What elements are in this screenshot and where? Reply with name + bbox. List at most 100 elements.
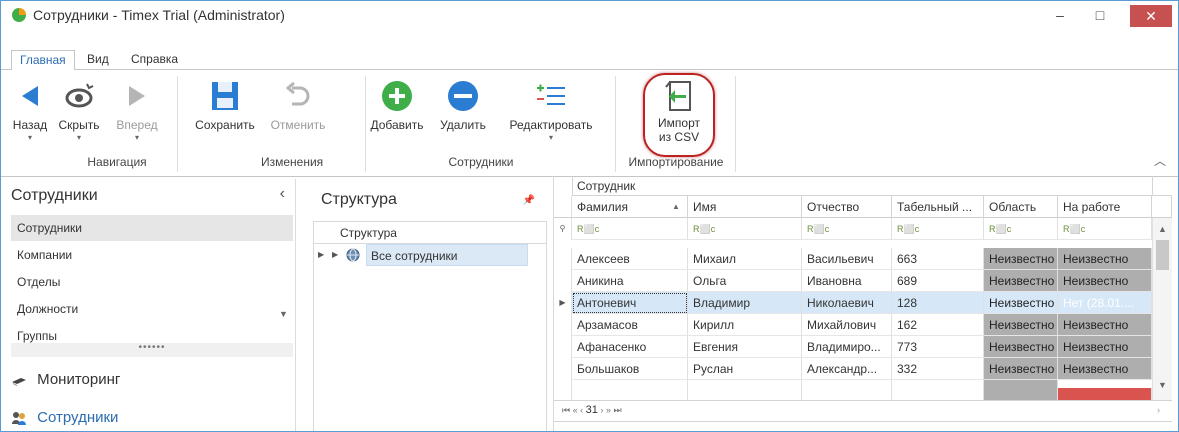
cell-patronymic[interactable] <box>802 380 892 400</box>
cell-patronymic[interactable]: Николаевич <box>802 292 892 314</box>
cell-lastname[interactable]: Арзамасов <box>572 314 688 336</box>
filter-cell-tab-number[interactable]: R⬜c <box>892 218 984 240</box>
cell-lastname[interactable]: Аникина <box>572 270 688 292</box>
scroll-right-icon[interactable]: › <box>1157 401 1160 419</box>
table-row-selected[interactable]: ▶ Антоневич Владимир Николаевич 128 Неиз… <box>554 292 1152 314</box>
cell-lastname[interactable]: Афанасенко <box>572 336 688 358</box>
cell-firstname[interactable] <box>688 380 802 400</box>
cell-at-work[interactable] <box>1058 388 1152 400</box>
scroll-up-icon[interactable]: ▲ <box>1158 224 1167 234</box>
forward-button[interactable]: Вперед ▾ <box>109 78 165 142</box>
cell-at-work[interactable]: Неизвестно <box>1058 336 1152 358</box>
column-header-area[interactable]: Область <box>984 196 1058 218</box>
save-button[interactable]: Сохранить <box>185 78 265 132</box>
cell-area[interactable]: Неизвестно <box>984 314 1058 336</box>
nav-item-employees[interactable]: Сотрудники <box>11 215 293 241</box>
cell-tab-number[interactable]: 162 <box>892 314 984 336</box>
prev-page-icon[interactable]: « <box>573 405 578 415</box>
cell-at-work[interactable]: Неизвестно <box>1058 314 1152 336</box>
filter-cell-area[interactable]: R⬜c <box>984 218 1058 240</box>
hide-button[interactable]: Скрыть ▾ <box>51 78 107 142</box>
prev-record-icon[interactable]: ‹ <box>580 405 583 415</box>
first-record-icon[interactable]: ⏮ <box>562 405 570 415</box>
cell-tab-number[interactable]: 128 <box>892 292 984 314</box>
cell-firstname[interactable]: Ольга <box>688 270 802 292</box>
table-row[interactable]: Большаков Руслан Александр... 332 Неизве… <box>554 358 1152 380</box>
cell-at-work[interactable]: Неизвестно <box>1058 358 1152 380</box>
cell-firstname[interactable]: Кирилл <box>688 314 802 336</box>
nav-item-departments[interactable]: Отделы <box>11 269 293 295</box>
tree-node-all-employees[interactable]: ▶ ▶ Все сотрудники <box>314 244 546 266</box>
undo-button[interactable]: Отменить <box>267 78 329 132</box>
table-row[interactable]: Алексеев Михаил Васильевич 663 Неизвестн… <box>554 248 1152 270</box>
nav-group-employees[interactable]: Сотрудники <box>11 405 118 431</box>
band-header-employee[interactable]: Сотрудник <box>572 176 1152 196</box>
nav-splitter[interactable]: •••••• <box>11 343 293 357</box>
filter-cell-patronymic[interactable]: R⬜c <box>802 218 892 240</box>
cell-firstname[interactable]: Руслан <box>688 358 802 380</box>
cell-lastname[interactable]: Большаков <box>572 358 688 380</box>
table-row-partial[interactable] <box>554 380 1152 400</box>
cell-lastname[interactable]: Алексеев <box>572 248 688 270</box>
nav-group-monitoring[interactable]: Мониторинг <box>11 367 120 393</box>
cell-tab-number[interactable]: 689 <box>892 270 984 292</box>
add-button[interactable]: Добавить <box>367 78 427 132</box>
cell-at-work[interactable]: Нет (28.01.... <box>1058 292 1152 314</box>
table-row[interactable]: Арзамасов Кирилл Михайлович 162 Неизвест… <box>554 314 1152 336</box>
column-header-firstname[interactable]: Имя <box>688 196 802 218</box>
import-csv-button[interactable]: Импорт из CSV <box>647 78 711 144</box>
column-header-tab-number[interactable]: Табельный ... <box>892 196 984 218</box>
cell-tab-number[interactable] <box>892 380 984 400</box>
vertical-scrollbar[interactable]: ▲ ▼ <box>1152 218 1172 400</box>
cell-area[interactable]: Неизвестно <box>984 270 1058 292</box>
delete-button[interactable]: Удалить <box>435 78 491 132</box>
maximize-button[interactable]: □ <box>1078 1 1122 29</box>
cell-area[interactable]: Неизвестно <box>984 358 1058 380</box>
edit-button[interactable]: Редактировать ▾ <box>501 78 601 142</box>
cell-area[interactable]: Неизвестно <box>984 292 1058 314</box>
nav-item-groups[interactable]: Группы <box>11 323 293 343</box>
filter-cell-firstname[interactable]: R⬜c <box>688 218 802 240</box>
cell-area[interactable] <box>984 380 1058 400</box>
filter-cell-lastname[interactable]: R⬜c <box>572 218 688 240</box>
cell-patronymic[interactable]: Михайлович <box>802 314 892 336</box>
scroll-thumb[interactable] <box>1156 240 1169 270</box>
tab-home[interactable]: Главная <box>11 50 75 71</box>
cell-patronymic[interactable]: Александр... <box>802 358 892 380</box>
cell-tab-number[interactable]: 332 <box>892 358 984 380</box>
cell-area[interactable]: Неизвестно <box>984 248 1058 270</box>
table-row[interactable]: Афанасенко Евгения Владимиро... 773 Неиз… <box>554 336 1152 358</box>
nav-item-positions[interactable]: Должности <box>11 296 293 322</box>
pin-icon[interactable]: 📌 <box>523 195 535 206</box>
close-button[interactable]: ✕ <box>1130 5 1172 27</box>
tab-help[interactable]: Справка <box>123 50 186 70</box>
filter-cell-at-work[interactable]: R⬜c <box>1058 218 1152 240</box>
cell-area[interactable]: Неизвестно <box>984 336 1058 358</box>
scroll-down-icon[interactable]: ▼ <box>1158 380 1167 390</box>
nav-item-companies[interactable]: Компании <box>11 242 293 268</box>
expand-arrow-icon[interactable]: ▶ <box>332 244 338 266</box>
cell-at-work[interactable]: Неизвестно <box>1058 248 1152 270</box>
chevron-down-icon[interactable]: ▼ <box>279 309 288 319</box>
back-button[interactable]: Назад ▾ <box>9 78 51 142</box>
cell-firstname[interactable]: Владимир <box>688 292 802 314</box>
column-header-lastname[interactable]: Фамилия ▲ <box>572 196 688 218</box>
table-row[interactable]: Аникина Ольга Ивановна 689 Неизвестно Не… <box>554 270 1152 292</box>
tree-column-header[interactable]: Структура <box>314 222 546 244</box>
cell-patronymic[interactable]: Владимиро... <box>802 336 892 358</box>
cell-lastname[interactable] <box>572 380 688 400</box>
cell-patronymic[interactable]: Васильевич <box>802 248 892 270</box>
cell-tab-number[interactable]: 663 <box>892 248 984 270</box>
next-record-icon[interactable]: › <box>600 405 603 415</box>
next-page-icon[interactable]: » <box>606 405 611 415</box>
last-record-icon[interactable]: ⏭ <box>613 405 621 415</box>
column-header-patronymic[interactable]: Отчество <box>802 196 892 218</box>
minimize-button[interactable]: – <box>1038 1 1082 29</box>
column-header-at-work[interactable]: На работе <box>1058 196 1152 218</box>
cell-lastname[interactable]: Антоневич <box>572 292 688 314</box>
collapse-ribbon-icon[interactable]: ︿ <box>1154 152 1166 169</box>
cell-at-work[interactable]: Неизвестно <box>1058 270 1152 292</box>
cell-firstname[interactable]: Михаил <box>688 248 802 270</box>
cell-tab-number[interactable]: 773 <box>892 336 984 358</box>
cell-firstname[interactable]: Евгения <box>688 336 802 358</box>
